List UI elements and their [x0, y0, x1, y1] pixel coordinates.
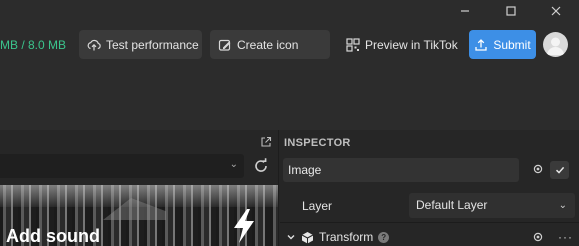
divider — [280, 222, 579, 223]
help-icon[interactable]: ? — [378, 231, 390, 243]
preview-in-tiktok-label: Preview in TikTok — [365, 37, 458, 52]
refresh-icon — [255, 158, 267, 172]
qr-code-icon — [346, 37, 360, 52]
create-icon-button[interactable]: Create icon — [210, 30, 330, 59]
object-name-field[interactable]: Image — [283, 158, 519, 182]
open-external-button[interactable] — [260, 136, 274, 150]
create-icon-label: Create icon — [237, 37, 299, 52]
transform-label: Transform — [319, 230, 374, 244]
chevron-down-icon: ⌄ — [229, 159, 238, 170]
external-link-icon — [261, 136, 272, 147]
preview-in-tiktok-button[interactable]: Preview in TikTok — [338, 30, 461, 59]
layer-select-value: Default Layer — [416, 198, 488, 212]
close-icon — [551, 6, 561, 16]
visibility-dot-icon[interactable] — [533, 164, 543, 174]
layer-select[interactable]: Default Layer ⌄ — [409, 193, 575, 218]
test-performance-label: Test performance — [106, 37, 199, 52]
minimize-button[interactable] — [454, 3, 476, 19]
transform-component-header[interactable]: Transform ? — [286, 229, 390, 245]
edit-image-icon — [218, 38, 232, 52]
user-icon — [547, 37, 564, 55]
inspector-title: INSPECTOR — [284, 137, 351, 149]
submit-label: Submit — [493, 37, 531, 52]
maximize-icon — [506, 6, 516, 16]
submit-button[interactable]: Submit — [469, 30, 536, 59]
maximize-button[interactable] — [500, 3, 522, 19]
collapse-arrow-icon — [287, 235, 295, 240]
avatar[interactable] — [543, 32, 568, 57]
layer-label: Layer — [302, 199, 333, 213]
checkmark-icon — [555, 166, 564, 174]
project-size-indicator: MB / 8.0 MB — [0, 38, 67, 52]
transform-cube-icon — [301, 231, 314, 243]
more-options-icon[interactable]: ··· — [558, 230, 573, 244]
top-toolbar: MB / 8.0 MB Test performance Create icon… — [0, 0, 579, 130]
cloud-upload-icon — [87, 38, 101, 52]
chevron-down-icon: ⌄ — [558, 200, 567, 211]
test-performance-button[interactable]: Test performance — [79, 30, 202, 59]
preview-selector-dropdown[interactable]: ⌄ — [0, 154, 244, 178]
lightning-icon — [234, 209, 254, 243]
upload-icon — [474, 38, 488, 52]
minimize-icon — [461, 10, 469, 12]
add-sound-overlay-text: Add sound — [6, 226, 100, 246]
refresh-button[interactable] — [252, 157, 270, 175]
visibility-dot-icon[interactable] — [533, 232, 543, 242]
enabled-checkbox[interactable] — [550, 161, 569, 179]
close-button[interactable] — [545, 3, 567, 19]
